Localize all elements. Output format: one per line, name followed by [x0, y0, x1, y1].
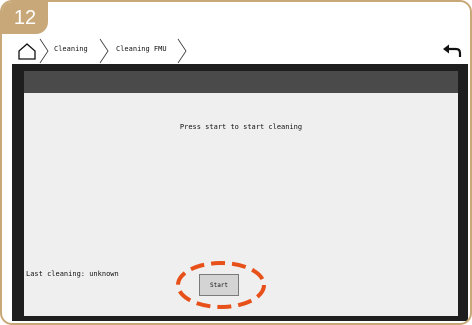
chevron-right-icon [99, 38, 109, 64]
breadcrumb-item-cleaning-fmu[interactable]: Cleaning FMU [116, 45, 167, 53]
back-arrow-icon[interactable] [442, 43, 462, 59]
start-button[interactable]: Start [199, 274, 239, 296]
chevron-right-icon [39, 38, 49, 64]
breadcrumb-item-cleaning[interactable]: Cleaning [54, 45, 88, 53]
chevron-right-icon [177, 38, 187, 64]
screen-header-bar [24, 71, 458, 93]
step-number-badge: 12 [2, 2, 48, 34]
instruction-text: Press start to start cleaning [179, 123, 303, 131]
home-icon[interactable] [17, 41, 37, 61]
cleaning-panel: Press start to start cleaning Last clean… [24, 93, 458, 316]
last-cleaning-status: Last cleaning: unknown [26, 270, 119, 278]
device-screen: Press start to start cleaning Last clean… [12, 64, 468, 321]
instruction-frame: 12 Cleaning Cleaning FMU Press start to … [0, 0, 472, 325]
navigation-bar: Cleaning Cleaning FMU [12, 38, 468, 64]
